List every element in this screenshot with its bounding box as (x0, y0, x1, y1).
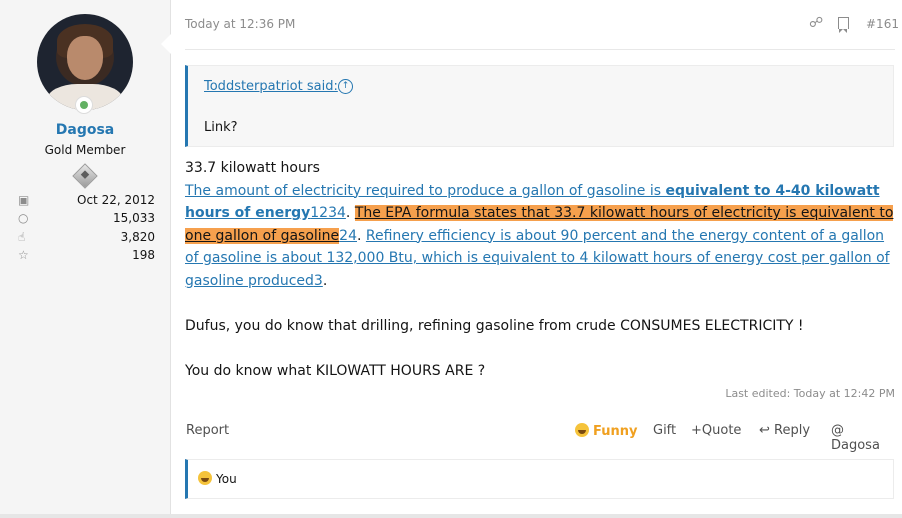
trophy-icon: ☆ (18, 248, 29, 262)
username[interactable]: Dagosa (0, 122, 170, 138)
stat-reactions: ☝ 3,820 (18, 230, 155, 244)
arrow-up-icon[interactable]: ↑ (338, 79, 353, 94)
thumbs-up-icon: ☝ (18, 230, 26, 244)
forum-post: Dagosa Gold Member ▣ Oct 22, 2012 ○ 15,0… (0, 0, 902, 518)
gift-button[interactable]: Gift (653, 423, 676, 438)
post-bottom-border (0, 514, 902, 518)
ref-link[interactable]: 24 (339, 228, 357, 244)
bookmark-icon[interactable] (838, 17, 849, 33)
report-button[interactable]: Report (186, 423, 229, 438)
user-panel: Dagosa Gold Member ▣ Oct 22, 2012 ○ 15,0… (0, 0, 171, 514)
online-status-icon (75, 96, 93, 114)
post-main: Today at 12:36 PM ☍ #161 Toddsterpatriot… (185, 0, 899, 518)
post-actions: Report Funny Gift +Quote ↩ Reply @ Dagos… (185, 423, 897, 453)
stat-points: ☆ 198 (18, 248, 155, 262)
quote-author[interactable]: Toddsterpatriot said: (204, 79, 338, 94)
stat-messages: ○ 15,033 (18, 211, 155, 225)
laugh-emoji-icon (198, 471, 212, 485)
quote-button[interactable]: +Quote (691, 423, 741, 438)
reply-button[interactable]: ↩ Reply (759, 423, 810, 438)
reply-icon: ↩ (759, 423, 775, 438)
rank-badge-icon (72, 163, 98, 189)
mention-button[interactable]: @ Dagosa (831, 423, 897, 453)
body-paragraph1: The amount of electricity required to pr… (185, 182, 894, 289)
share-icon[interactable]: ☍ (809, 15, 823, 31)
reaction-list[interactable]: You (198, 471, 237, 486)
stat-joined: ▣ Oct 22, 2012 (18, 193, 155, 207)
quote-text: Link? (204, 120, 238, 135)
funny-reaction-button[interactable]: Funny (575, 423, 637, 439)
post-body: 33.7 kilowatt hours The amount of electr… (185, 157, 897, 382)
messages-icon: ○ (18, 211, 29, 225)
post-header: Today at 12:36 PM ☍ #161 (185, 15, 899, 35)
reactions-bar: You (185, 459, 894, 499)
quote-block: Toddsterpatriot said: ↑ Link? (185, 65, 894, 147)
body-paragraph3: You do know what KILOWATT HOURS ARE ? (185, 362, 486, 379)
header-divider (185, 49, 895, 50)
calendar-icon: ▣ (18, 193, 30, 207)
body-paragraph2: Dufus, you do know that drilling, refini… (185, 317, 804, 334)
last-edited: Last edited: Today at 12:42 PM (725, 387, 895, 400)
body-line1: 33.7 kilowatt hours (185, 160, 320, 176)
user-title: Gold Member (44, 143, 126, 157)
post-number[interactable]: #161 (866, 17, 899, 31)
laugh-emoji-icon (575, 423, 589, 437)
post-date[interactable]: Today at 12:36 PM (185, 17, 295, 31)
